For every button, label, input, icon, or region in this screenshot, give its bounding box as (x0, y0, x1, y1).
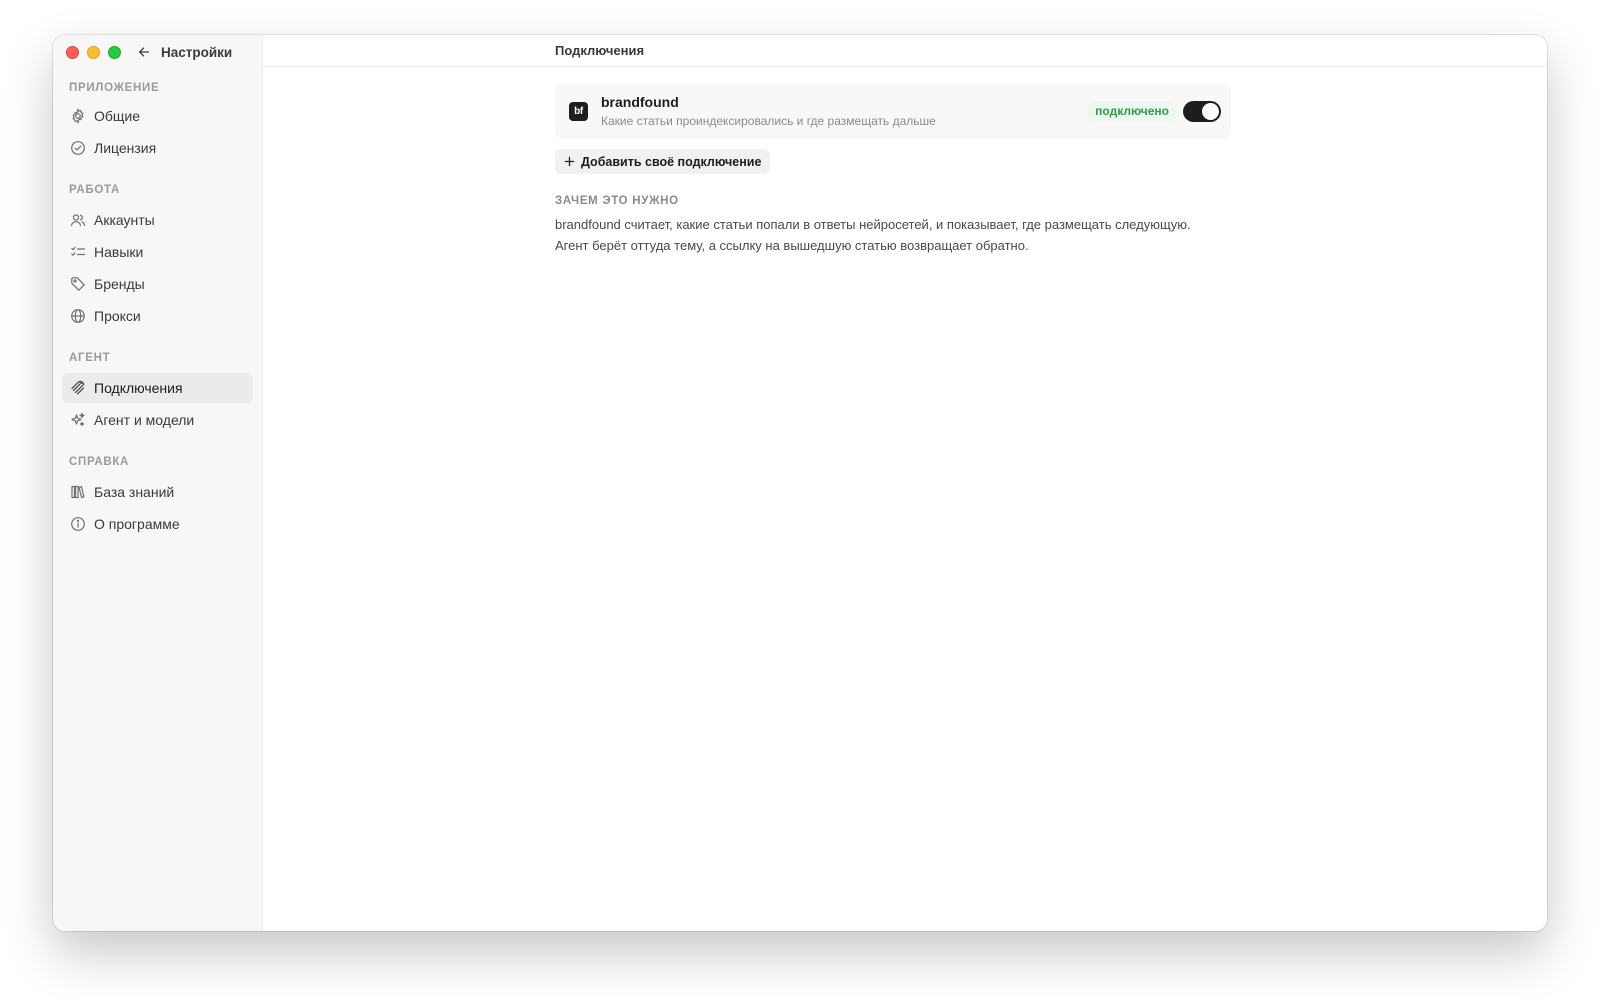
gear-icon (72, 108, 84, 124)
arrow-left-icon (138, 47, 150, 57)
why-line-1: brandfound считает, какие статьи попали … (555, 217, 1191, 232)
sidebar-item-label: Лицензия (94, 140, 157, 156)
zoom-window-button[interactable] (108, 45, 121, 59)
why-line-2: Агент берёт оттуда тему, а ссылку на выш… (555, 237, 1029, 253)
minimize-window-button[interactable] (87, 45, 100, 59)
connection-toggle[interactable] (1183, 100, 1221, 122)
sidebar: Настройки ПРИЛОЖЕНИЕ Общие Лицензия РАБО… (53, 35, 263, 931)
section-title-help: СПРАВКА (69, 456, 130, 468)
sidebar-item-label: Общие (94, 108, 141, 124)
add-connection-label: Добавить своё подключение (581, 154, 762, 169)
back-label: Настройки (161, 44, 233, 60)
connection-description: Какие статьи проиндексировались и где ра… (601, 114, 936, 128)
sidebar-item-label: Агент и модели (94, 412, 195, 428)
sidebar-item-license[interactable]: Лицензия (62, 133, 253, 163)
close-window-button[interactable] (66, 45, 79, 59)
sidebar-item-knowledge-base[interactable]: База знаний (62, 477, 253, 507)
check-circle-icon (71, 141, 85, 155)
sidebar-item-label: Подключения (94, 380, 183, 396)
library-icon (71, 485, 85, 499)
window-controls (66, 45, 121, 59)
why-section-text: brandfound считает, какие статьи попали … (555, 215, 1231, 256)
main-panel: Подключения bf brandfound Какие статьи п… (263, 35, 1547, 931)
sidebar-item-label: Навыки (94, 244, 144, 260)
sidebar-item-label: О программе (94, 516, 180, 532)
section-title-work: РАБОТА (69, 184, 120, 196)
sidebar-item-proxy[interactable]: Прокси (62, 301, 253, 331)
sidebar-item-general[interactable]: Общие (62, 101, 253, 131)
sidebar-item-agent-models[interactable]: Агент и модели (62, 405, 253, 435)
users-icon (70, 214, 86, 227)
why-section-title: ЗАЧЕМ ЭТО НУЖНО (555, 195, 679, 207)
section-title-agent: АГЕНТ (69, 352, 111, 364)
sidebar-item-label: Прокси (94, 308, 141, 324)
status-badge: подключено (1088, 101, 1176, 121)
sparkles-icon (71, 412, 85, 427)
section-title-app: ПРИЛОЖЕНИЕ (69, 82, 160, 94)
sidebar-item-label: Бренды (94, 276, 145, 292)
sidebar-item-skills[interactable]: Навыки (62, 237, 253, 267)
app-window: Настройки ПРИЛОЖЕНИЕ Общие Лицензия РАБО… (53, 35, 1547, 931)
sidebar-item-about[interactable]: О программе (62, 509, 253, 539)
connection-card: bf brandfound Какие статьи проиндексиров… (555, 83, 1231, 139)
sidebar-item-accounts[interactable]: Аккаунты (62, 205, 253, 235)
back-button[interactable]: Настройки (137, 45, 232, 60)
plus-icon (564, 156, 575, 167)
titlebar: Настройки (53, 35, 262, 69)
add-connection-button[interactable]: Добавить своё подключение (555, 149, 771, 174)
sidebar-item-connections[interactable]: Подключения (62, 373, 253, 403)
info-icon (71, 517, 85, 531)
page-title: Подключения (263, 35, 1547, 67)
sidebar-item-label: Аккаунты (94, 212, 155, 228)
toggle-knob (1202, 102, 1219, 120)
sidebar-item-label: База знаний (94, 484, 175, 500)
connection-info: brandfound Какие статьи проиндексировали… (601, 94, 1088, 128)
connection-name: brandfound (601, 94, 679, 110)
sidebar-item-brands[interactable]: Бренды (62, 269, 253, 299)
connections-content: bf brandfound Какие статьи проиндексиров… (555, 83, 1231, 256)
brandfound-logo: bf (569, 101, 588, 121)
globe-icon (71, 309, 85, 323)
plug-icon (71, 380, 85, 395)
tag-icon (71, 277, 85, 291)
list-check-icon (71, 246, 86, 256)
